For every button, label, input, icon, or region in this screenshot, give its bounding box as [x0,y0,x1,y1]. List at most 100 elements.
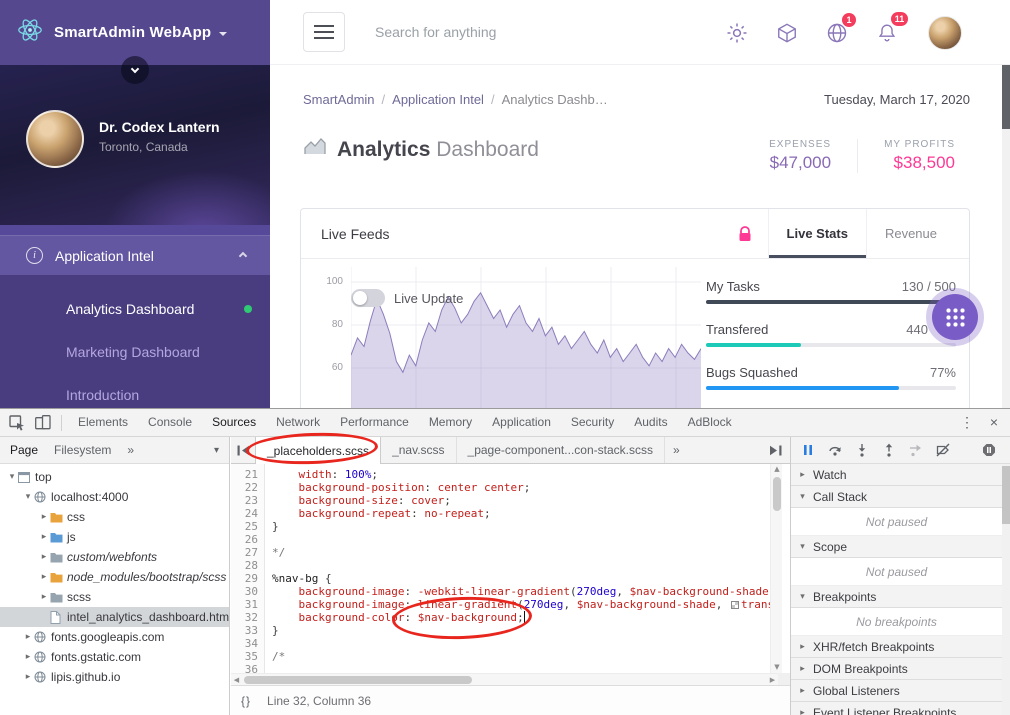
pretty-print-icon[interactable]: {} [241,694,251,708]
tab-overflow-icon[interactable]: » [665,437,688,463]
tree-item-custom-webfonts[interactable]: ▸custom/webfonts [0,547,229,567]
breadcrumb-item-smartadmin[interactable]: SmartAdmin [303,92,375,107]
tree-item-localhost-4000[interactable]: ▾localhost:4000 [0,487,229,507]
step-into-icon[interactable] [855,443,869,457]
section-event-listener-breakpoints[interactable]: ▸Event Listener Breakpoints [791,702,1002,715]
tree-item-node-modules-bootstrap-scss[interactable]: ▸node_modules/bootstrap/scss [0,567,229,587]
devtools-tab-sources[interactable]: Sources [202,409,266,436]
section-scope[interactable]: ▾Scope [791,536,1002,558]
devtools-tab-performance[interactable]: Performance [330,409,419,436]
expander-icon[interactable]: ▾ [6,472,18,482]
scroll-right-icon[interactable] [767,674,778,685]
section-call-stack[interactable]: ▾Call Stack [791,486,1002,508]
live-update-toggle[interactable] [351,289,385,307]
expander-icon[interactable]: ▸ [38,552,50,562]
expander-icon[interactable]: ▸ [22,652,34,662]
deactivate-breakpoints-icon[interactable] [936,443,950,457]
scrollbar-thumb[interactable] [773,477,781,511]
pause-on-exceptions-icon[interactable] [982,443,996,457]
breadcrumb-item-application-intel[interactable]: Application Intel [392,92,484,107]
tree-item-scss[interactable]: ▸scss [0,587,229,607]
user-location: Toronto, Canada [99,140,188,154]
code-editor[interactable]: 21222324252627282930313233343536 width: … [231,464,790,673]
progress-fill [706,300,949,304]
scrollbar-thumb[interactable] [1002,65,1010,129]
step-over-icon[interactable] [828,443,842,457]
avatar[interactable] [26,110,84,168]
section-xhr-fetch-breakpoints[interactable]: ▸XHR/fetch Breakpoints [791,636,1002,658]
editor-horizontal-scrollbar[interactable] [231,673,778,685]
scroll-down-icon[interactable] [771,662,783,673]
device-toolbar-icon[interactable] [35,415,51,430]
show-debugger-icon[interactable] [769,437,790,463]
section-watch[interactable]: ▸Watch [791,464,1002,486]
expander-icon[interactable]: ▸ [22,672,34,682]
search-input[interactable] [375,17,635,47]
panel-tab-live-stats[interactable]: Live Stats [768,209,866,258]
more-options-icon[interactable]: ⋮ [954,409,980,436]
sidebar-item-analytics-dashboard[interactable]: Analytics Dashboard [0,287,270,330]
section-breakpoints[interactable]: ▾Breakpoints [791,586,1002,608]
sidebar-collapse-button[interactable] [121,56,149,84]
devtools-tab-audits[interactable]: Audits [624,409,677,436]
tree-item-fonts-gstatic-com[interactable]: ▸fonts.gstatic.com [0,647,229,667]
inspect-element-icon[interactable] [9,415,25,431]
expander-icon[interactable]: ▾ [22,492,34,502]
tree-item-css[interactable]: ▸css [0,507,229,527]
step-out-icon[interactable] [882,443,896,457]
debugger-scrollbar[interactable] [1002,464,1010,715]
settings-gear-icon[interactable] [726,22,748,44]
code-line: %nav-bg { [272,572,790,585]
sidebar-item-introduction[interactable]: Introduction [0,373,270,408]
section-dom-breakpoints[interactable]: ▸DOM Breakpoints [791,658,1002,680]
devtools-tab-security[interactable]: Security [561,409,624,436]
tree-item-lipis-github-io[interactable]: ▸lipis.github.io [0,667,229,687]
editor-tab-placeholders-scss[interactable]: _placeholders.scss [255,437,381,464]
apps-cube-icon[interactable] [776,22,798,44]
sidebar-item-marketing-dashboard[interactable]: Marketing Dashboard [0,330,270,373]
scrollbar-thumb[interactable] [244,676,472,684]
live-stats-chart [351,259,701,408]
panel-tab-revenue[interactable]: Revenue [866,209,955,258]
section-global-listeners[interactable]: ▸Global Listeners [791,680,1002,702]
avatar[interactable] [928,16,962,50]
cursor-position-status: Line 32, Column 36 [267,694,371,708]
expander-icon[interactable]: ▸ [38,512,50,522]
step-icon[interactable] [909,443,923,457]
tree-item-js[interactable]: ▸js [0,527,229,547]
devtools-tab-console[interactable]: Console [138,409,202,436]
editor-tab-page-component-con-stack-scss[interactable]: _page-component...con-stack.scss [457,437,665,463]
navigator-tab-filesystem[interactable]: Filesystem [54,443,111,457]
pause-script-icon[interactable] [801,443,815,457]
sidebar-submenu: Analytics DashboardMarketing DashboardIn… [0,275,270,408]
expander-icon[interactable]: ▸ [22,632,34,642]
scroll-up-icon[interactable] [771,464,783,475]
devtools-tabbar: ElementsConsoleSourcesNetworkPerformance… [0,409,1010,437]
expander-icon[interactable]: ▸ [38,592,50,602]
editor-tab-nav-scss[interactable]: _nav.scss [381,437,456,463]
navigator-tab-page[interactable]: Page [10,443,38,457]
chevron-down-icon[interactable]: ▾ [214,445,219,456]
expander-icon[interactable]: ▸ [38,532,50,542]
devtools-tab-memory[interactable]: Memory [419,409,482,436]
hide-navigator-icon[interactable] [231,437,255,463]
page-scrollbar[interactable] [1002,65,1010,408]
devtools-tab-application[interactable]: Application [482,409,561,436]
expander-icon[interactable]: ▸ [38,572,50,582]
editor-vertical-scrollbar[interactable] [770,464,782,673]
devtools-tab-elements[interactable]: Elements [68,409,138,436]
breadcrumb-item-analytics-dashb[interactable]: Analytics Dashb… [502,92,608,107]
menu-toggle-button[interactable] [303,12,345,52]
nav-item-application-intel[interactable]: i Application Intel [0,235,270,275]
tree-item-top[interactable]: ▾top [0,467,229,487]
scroll-left-icon[interactable] [231,674,242,685]
sidebar: SmartAdmin WebApp Dr. Codex Lantern Toro… [0,0,270,408]
devtools-tab-network[interactable]: Network [266,409,330,436]
tree-item-fonts-googleapis-com[interactable]: ▸fonts.googleapis.com [0,627,229,647]
tree-item-intel-analytics-dashboard-html[interactable]: intel_analytics_dashboard.html [0,607,229,627]
app-shortcuts-button[interactable] [932,294,978,340]
tab-overflow-icon[interactable]: » [127,443,134,457]
scrollbar-thumb[interactable] [1002,466,1010,524]
close-icon[interactable]: × [984,409,1004,436]
devtools-tab-adblock[interactable]: AdBlock [678,409,742,436]
